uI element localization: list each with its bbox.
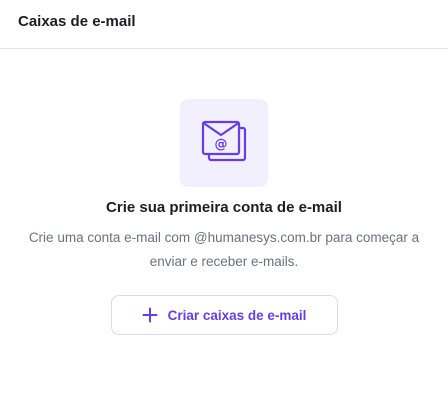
empty-state-title: Crie sua primeira conta de e-mail [106,199,342,216]
create-mailbox-button-label: Criar caixas de e-mail [167,307,307,323]
page-title: Caixas de e-mail [18,12,136,30]
svg-text:@: @ [215,137,228,152]
email-illustration: @ [180,99,268,187]
empty-state: @ Crie sua primeira conta de e-mail Crie… [0,49,448,335]
plus-icon [142,307,158,323]
create-mailbox-button[interactable]: Criar caixas de e-mail [110,295,338,335]
page-header: Caixas de e-mail [0,0,448,49]
empty-state-description: Crie uma conta e-mail com @humanesys.com… [28,230,420,269]
email-at-icon: @ [201,120,247,162]
